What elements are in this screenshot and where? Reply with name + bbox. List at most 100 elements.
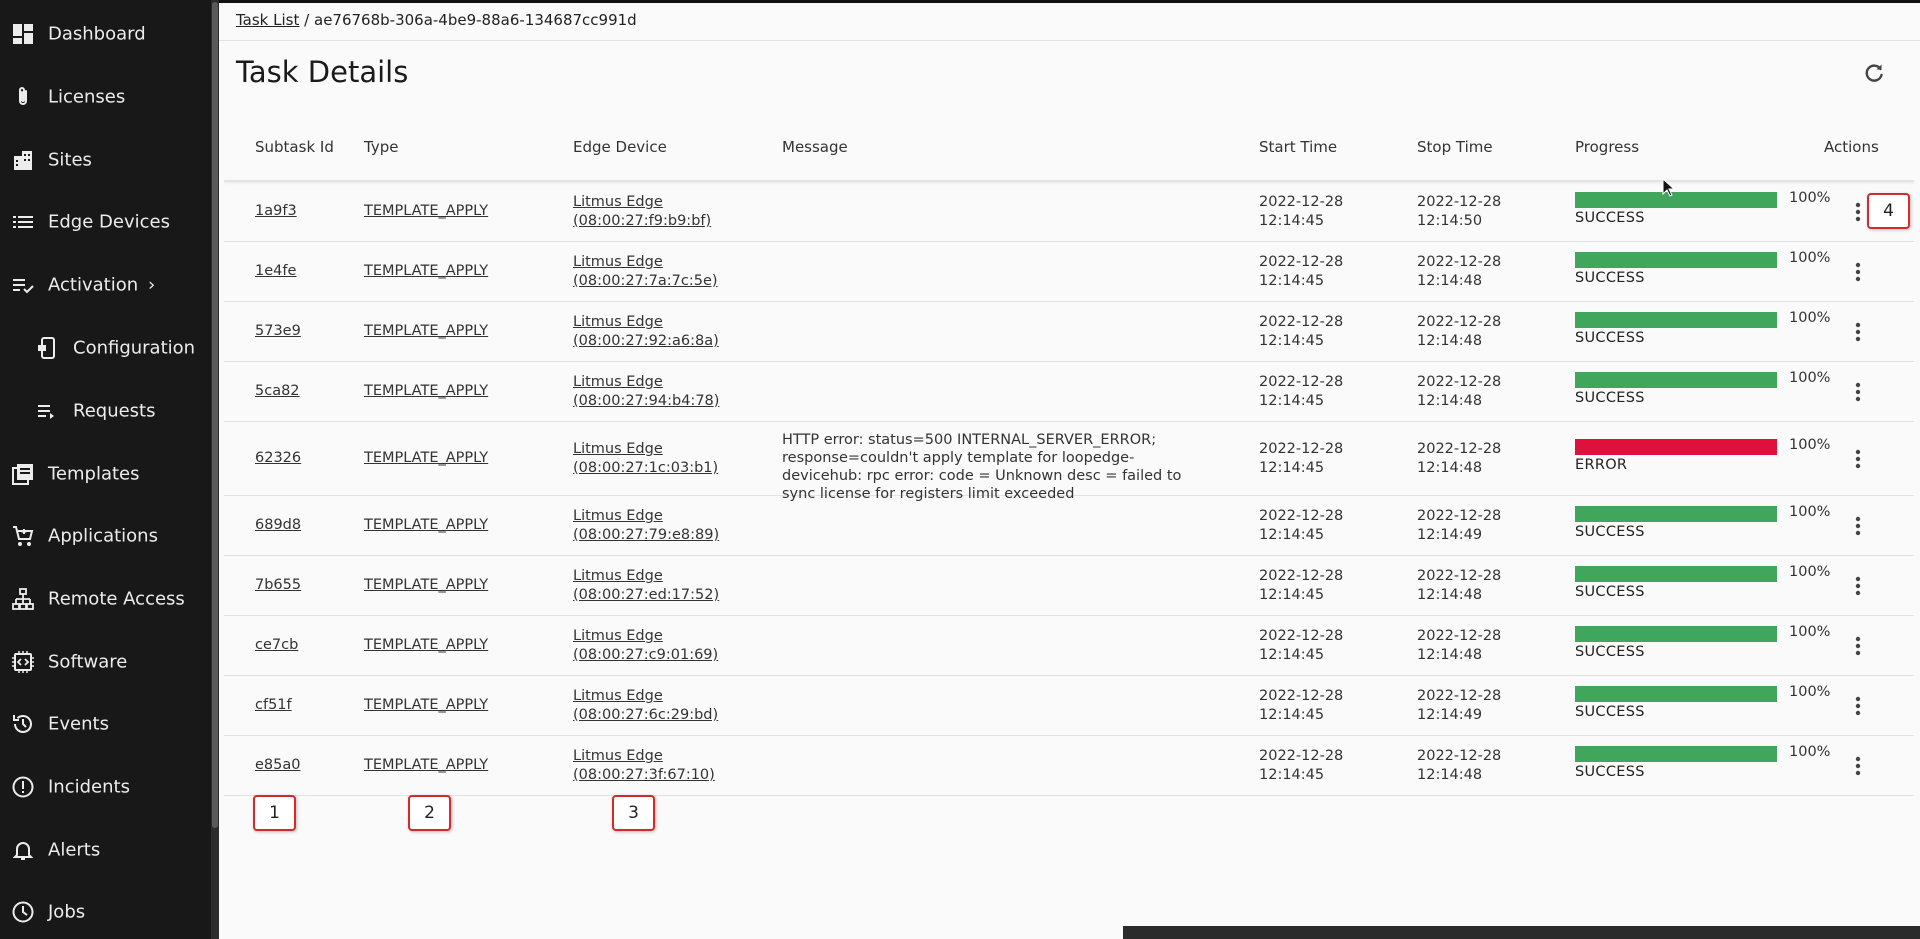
edge-device-name: Litmus Edge (573, 441, 663, 457)
type-link[interactable]: TEMPLATE_APPLY (364, 637, 488, 653)
sidebar-item-label: Remote Access (48, 588, 185, 610)
sidebar-item-activation[interactable]: Activation › (0, 254, 211, 316)
edge-device-link[interactable]: Litmus Edge (08:00:27:c9:01:69) (573, 627, 718, 665)
top-border (219, 0, 1920, 3)
sidebar-scroll-thumb[interactable] (212, 2, 218, 828)
breadcrumb-task-list-link[interactable]: Task List (236, 11, 299, 29)
refresh-button[interactable] (1859, 60, 1889, 90)
row-actions-button[interactable] (1847, 572, 1869, 600)
sidebar-item-events[interactable]: Events (0, 693, 211, 755)
progress-percent: 100% (1789, 370, 1831, 386)
stop-date: 2022-12-28 (1417, 508, 1502, 524)
subtask-id-link[interactable]: 62326 (255, 450, 301, 466)
subtask-id-link[interactable]: cf51f (255, 697, 292, 713)
edge-device-link[interactable]: Litmus Edge (08:00:27:92:a6:8a) (573, 313, 719, 351)
stop-time: 2022-12-28 12:14:49 (1417, 507, 1501, 545)
type-link[interactable]: TEMPLATE_APPLY (364, 323, 488, 339)
subtask-id-link[interactable]: 1e4fe (255, 263, 296, 279)
subtask-id-link[interactable]: 573e9 (255, 323, 301, 339)
dashboard-icon (10, 21, 36, 47)
stop-date: 2022-12-28 (1417, 254, 1502, 270)
subtask-id-link[interactable]: 1a9f3 (255, 203, 297, 219)
table-row: 1a9f3 TEMPLATE_APPLY Litmus Edge (08:00:27:… (224, 182, 1914, 242)
sidebar-item-alerts[interactable]: Alerts (0, 819, 211, 881)
edge-device-link[interactable]: Litmus Edge (08:00:27:79:e8:89) (573, 507, 719, 545)
edge-device-link[interactable]: Litmus Edge (08:00:27:ed:17:52) (573, 567, 719, 605)
stop-date: 2022-12-28 (1417, 748, 1502, 764)
edge-device-link[interactable]: Litmus Edge (08:00:27:7a:7c:5e) (573, 253, 718, 291)
row-actions-button[interactable] (1847, 445, 1869, 473)
header-start-time[interactable]: Start Time (1259, 138, 1337, 156)
edge-device-link[interactable]: Litmus Edge (08:00:27:94:b4:78) (573, 373, 719, 411)
stop-clock: 12:14:50 (1417, 213, 1483, 229)
sidebar-item-requests[interactable]: Requests (0, 380, 211, 442)
type-link[interactable]: TEMPLATE_APPLY (364, 263, 488, 279)
breadcrumb-separator: / (304, 11, 310, 29)
edge-device-link[interactable]: Litmus Edge (08:00:27:6c:29:bd) (573, 687, 718, 725)
edge-device-link[interactable]: Litmus Edge (08:00:27:f9:b9:bf) (573, 193, 711, 231)
stop-clock: 12:14:48 (1417, 647, 1483, 663)
sidebar-item-remote-access[interactable]: Remote Access (0, 568, 211, 630)
progress-percent: 100% (1789, 437, 1831, 453)
sidebar-item-jobs[interactable]: Jobs (0, 881, 211, 939)
subtask-id-link[interactable]: 7b655 (255, 577, 301, 593)
header-edge-device[interactable]: Edge Device (573, 138, 667, 156)
type-link[interactable]: TEMPLATE_APPLY (364, 203, 488, 219)
sidebar-item-sites[interactable]: Sites (0, 129, 211, 191)
type-link[interactable]: TEMPLATE_APPLY (364, 517, 488, 533)
edge-device-link[interactable]: Litmus Edge (08:00:27:1c:03:b1) (573, 440, 718, 478)
sidebar-item-applications[interactable]: Applications (0, 505, 211, 567)
row-actions-button[interactable] (1847, 318, 1869, 346)
chevron-right-icon: › (148, 274, 156, 296)
type-link[interactable]: TEMPLATE_APPLY (364, 383, 488, 399)
row-actions-button[interactable] (1847, 512, 1869, 540)
type-link[interactable]: TEMPLATE_APPLY (364, 577, 488, 593)
more-vert-icon (1855, 696, 1861, 716)
bottom-overlay-bar (1123, 926, 1920, 939)
templates-icon (10, 461, 36, 487)
sidebar-item-incidents[interactable]: Incidents (0, 756, 211, 818)
edge-device-name: Litmus Edge (573, 748, 663, 764)
header-subtask-id[interactable]: Subtask Id (255, 138, 334, 156)
stop-clock: 12:14:49 (1417, 527, 1483, 543)
subtask-id-link[interactable]: ce7cb (255, 637, 298, 653)
sidebar-item-edge-devices[interactable]: Edge Devices (0, 191, 211, 253)
edge-device-link[interactable]: Litmus Edge (08:00:27:3f:67:10) (573, 747, 715, 785)
row-actions-button[interactable] (1847, 198, 1869, 226)
sidebar-item-licenses[interactable]: Licenses (0, 66, 211, 128)
row-actions-button[interactable] (1847, 378, 1869, 406)
start-time: 2022-12-28 12:14:45 (1259, 627, 1343, 665)
sidebar-item-dashboard[interactable]: Dashboard (0, 3, 211, 65)
type-link[interactable]: TEMPLATE_APPLY (364, 697, 488, 713)
header-progress[interactable]: Progress (1575, 138, 1639, 156)
sidebar-item-label: Requests (73, 400, 156, 422)
sidebar-item-templates[interactable]: Templates (0, 443, 211, 505)
cart-icon (10, 523, 36, 549)
row-actions-button[interactable] (1847, 692, 1869, 720)
subtask-id-link[interactable]: 5ca82 (255, 383, 300, 399)
stop-time: 2022-12-28 12:14:48 (1417, 567, 1501, 605)
progress-percent: 100% (1789, 190, 1831, 206)
table-row: 689d8 TEMPLATE_APPLY Litmus Edge (08:00:27:… (224, 496, 1914, 556)
edge-device-mac: (08:00:27:c9:01:69) (573, 647, 719, 663)
message-text: HTTP error: status=500 INTERNAL_SERVER_E… (782, 432, 1182, 502)
row-actions-button[interactable] (1847, 258, 1869, 286)
sidebar-scrollbar[interactable] (211, 0, 219, 939)
subtask-id-link[interactable]: 689d8 (255, 517, 301, 533)
sidebar-item-configuration[interactable]: Configuration (0, 317, 211, 379)
table-row: e85a0 TEMPLATE_APPLY Litmus Edge (08:00:27:… (224, 736, 1914, 796)
progress-percent: 100% (1789, 250, 1831, 266)
header-stop-time[interactable]: Stop Time (1417, 138, 1493, 156)
breadcrumb: Task List / ae76768b-306a-4be9-88a6-1346… (236, 11, 637, 29)
row-actions-button[interactable] (1847, 752, 1869, 780)
subtask-id-link[interactable]: e85a0 (255, 757, 300, 773)
header-message[interactable]: Message (782, 138, 848, 156)
list-icon (10, 209, 36, 235)
header-type[interactable]: Type (364, 138, 398, 156)
sidebar-item-software[interactable]: Software (0, 631, 211, 693)
sidebar-item-label: Software (48, 651, 128, 673)
type-link[interactable]: TEMPLATE_APPLY (364, 757, 488, 773)
row-actions-button[interactable] (1847, 632, 1869, 660)
type-link[interactable]: TEMPLATE_APPLY (364, 450, 488, 466)
start-clock: 12:14:45 (1259, 273, 1325, 289)
